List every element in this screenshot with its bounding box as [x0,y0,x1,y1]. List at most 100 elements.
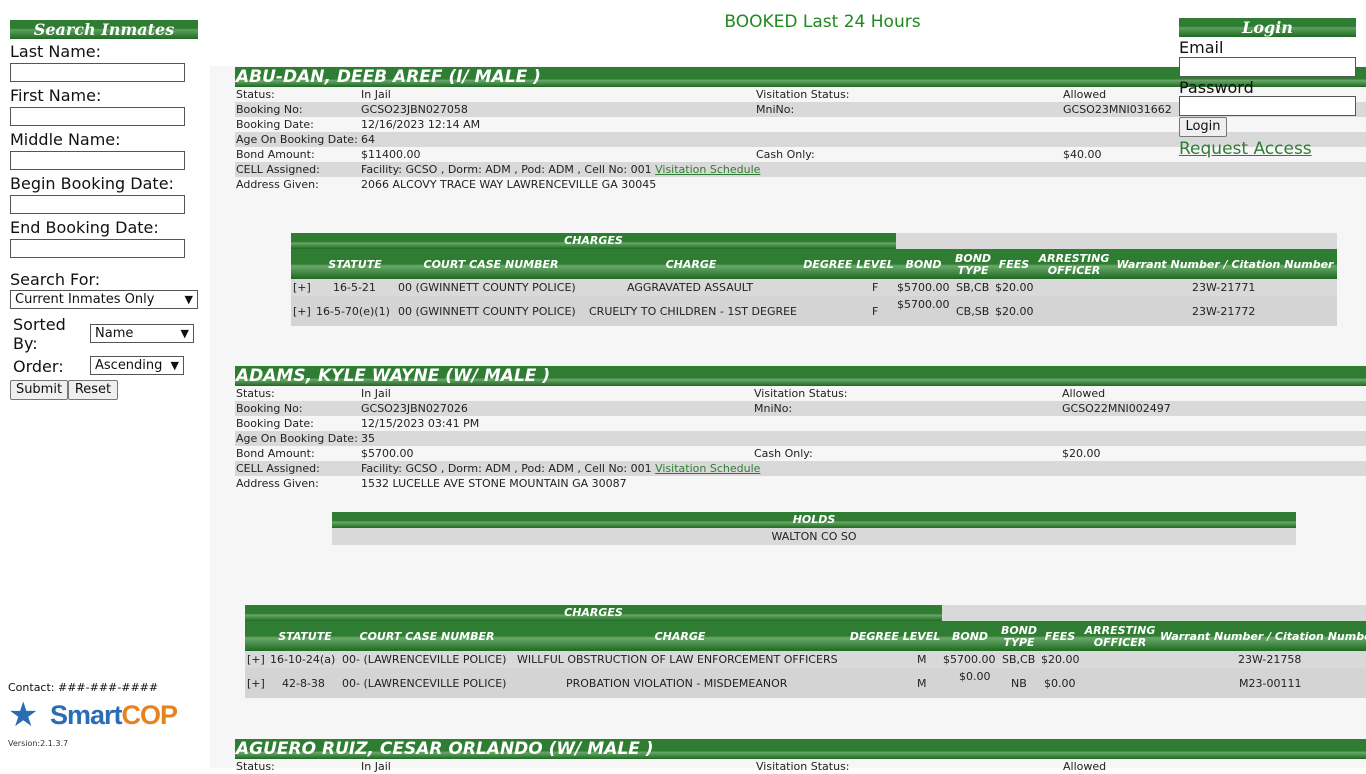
request-access-link[interactable]: Request Access [1179,139,1312,159]
bond-amount-label: Bond Amount: [236,447,315,460]
booking-no-value: GCSO23JBN027058 [361,103,468,116]
page-title: BOOKED Last 24 Hours [724,12,921,32]
charge-degree: M [917,677,927,690]
logo-text-smart: Smart [50,700,123,730]
charges-title-filler [942,605,1366,621]
charge-fees: $20.00 [1041,653,1080,666]
charge-court-case: 00 (GWINNETT COUNTY POLICE) [398,305,576,318]
begin-booking-date-label: Begin Booking Date: [10,174,174,193]
begin-booking-date-input[interactable] [10,195,185,214]
charge-bond-type: SB,CB [956,281,990,294]
order-value: Ascending [95,358,163,373]
charge-row: [+] 42-8-38 00- (LAWRENCEVILLE POLICE) P… [245,668,1366,698]
search-for-select[interactable]: Current Inmates Only ▼ [10,290,198,309]
charge-bond: $0.00 [959,670,991,683]
order-select[interactable]: Ascending ▼ [90,356,184,375]
col-bond: BOND [951,630,989,643]
charge-warrant: 23W-21758 [1238,653,1302,666]
charge-statute: 16-5-70(e)(1) [316,305,390,318]
charge-description: PROBATION VIOLATION - MISDEMEANOR [566,677,788,690]
sorted-by-label: Sorted By: [13,315,66,353]
charge-statute: 16-5-21 [333,281,376,294]
booking-no-label: Booking No: [236,103,303,116]
col-court-case: COURT CASE NUMBER [423,258,559,271]
email-field[interactable] [1179,57,1356,77]
age-value: 35 [361,432,375,445]
charges-header: STATUTE COURT CASE NUMBER CHARGE DEGREE … [291,249,1337,279]
address-value: 2066 ALCOVY TRACE WAY LAWRENCEVILLE GA 3… [361,178,657,191]
col-degree: DEGREE LEVEL [803,258,894,271]
inmate-name-bar[interactable]: AGUERO RUIZ, CESAR ORLANDO (W/ MALE ) [235,739,1366,759]
booking-no-label: Booking No: [236,402,303,415]
end-booking-date-input[interactable] [10,239,185,258]
col-officer-b: OFFICER [1093,636,1147,649]
cash-only-label: Cash Only: [754,447,813,460]
inmate-info-row: Address Given: 2066 ALCOVY TRACE WAY LAW… [235,177,1366,192]
search-for-label: Search For: [10,270,101,289]
booking-date-value: 12/16/2023 12:14 AM [361,118,481,131]
col-charge: CHARGE [665,258,717,271]
search-for-value: Current Inmates Only [15,292,155,307]
col-statute: STATUTE [328,258,382,271]
charge-statute: 42-8-38 [282,677,325,690]
col-fees: FEES [1044,630,1076,643]
expand-toggle[interactable]: [+] [247,677,265,690]
visitation-schedule-link[interactable]: Visitation Schedule [655,462,760,475]
inmate-name-bar[interactable]: ADAMS, KYLE WAYNE (W/ MALE ) [235,366,1366,386]
charges-title: CHARGES [291,233,896,249]
mnino-label: MniNo: [756,103,795,116]
charge-bond-type: NB [1011,677,1027,690]
last-name-input[interactable] [10,63,185,82]
star-icon: ★ [8,695,39,735]
bond-amount-value: $5700.00 [361,447,414,460]
charge-court-case: 00- (LAWRENCEVILLE POLICE) [342,653,507,666]
password-field[interactable] [1179,96,1356,116]
charge-fees: $0.00 [1044,677,1076,690]
charges-title-filler [896,233,1337,249]
charge-row: [+] 16-10-24(a) 00- (LAWRENCEVILLE POLIC… [245,651,1366,668]
hold-agency: WALTON CO SO [771,530,857,543]
end-booking-date-label: End Booking Date: [10,218,159,237]
expand-toggle[interactable]: [+] [293,305,311,318]
charge-degree: F [872,281,879,294]
charge-bond-type: SB,CB [1002,653,1036,666]
charge-court-case: 00- (LAWRENCEVILLE POLICE) [342,677,507,690]
charge-description: CRUELTY TO CHILDREN - 1ST DEGREE [589,305,798,318]
cash-only-label: Cash Only: [756,148,815,161]
middle-name-input[interactable] [10,151,185,170]
booking-date-label: Booking Date: [236,417,314,430]
col-bond-type-b: TYPE [1003,636,1035,649]
order-label: Order: [13,357,64,376]
inmate-info-row: Booking Date: 12/15/2023 03:41 PM [235,416,1366,431]
mnino-value: GCSO23MNI031662 [1063,103,1172,116]
age-label: Age On Booking Date: [236,133,358,146]
col-degree: DEGREE LEVEL [849,630,941,643]
col-officer-a: ARRESTING [1084,624,1156,637]
cash-only-value: $40.00 [1063,148,1102,161]
visitation-status-label: Visitation Status: [754,387,848,400]
bond-amount-label: Bond Amount: [236,148,315,161]
status-value: In Jail [361,387,391,400]
email-label: Email [1179,38,1224,57]
address-label: Address Given: [236,178,319,191]
logo-text-cop: COP [121,700,179,730]
visitation-schedule-link[interactable]: Visitation Schedule [655,163,760,176]
first-name-input[interactable] [10,107,185,126]
visitation-status-value: Allowed [1063,760,1107,773]
sorted-by-select[interactable]: Name ▼ [90,324,194,343]
reset-button[interactable]: Reset [68,380,118,400]
expand-toggle[interactable]: [+] [247,653,265,666]
version-text: Version:2.1.3.7 [8,739,69,748]
login-button[interactable]: Login [1179,117,1227,137]
col-officer-a: ARRESTING [1038,252,1110,265]
address-label: Address Given: [236,477,319,490]
col-court-case: COURT CASE NUMBER [359,630,495,643]
status-label: Status: [236,387,275,400]
charge-bond-type: CB,SB [956,305,990,318]
cell-label: CELL Assigned: [236,462,320,475]
charge-bond: $5700.00 [897,281,950,294]
expand-toggle[interactable]: [+] [293,281,311,294]
inmate-info-row: Status: In Jail Visitation Status: Allow… [235,386,1366,401]
submit-button[interactable]: Submit [10,380,68,400]
charges-title: CHARGES [245,605,942,621]
